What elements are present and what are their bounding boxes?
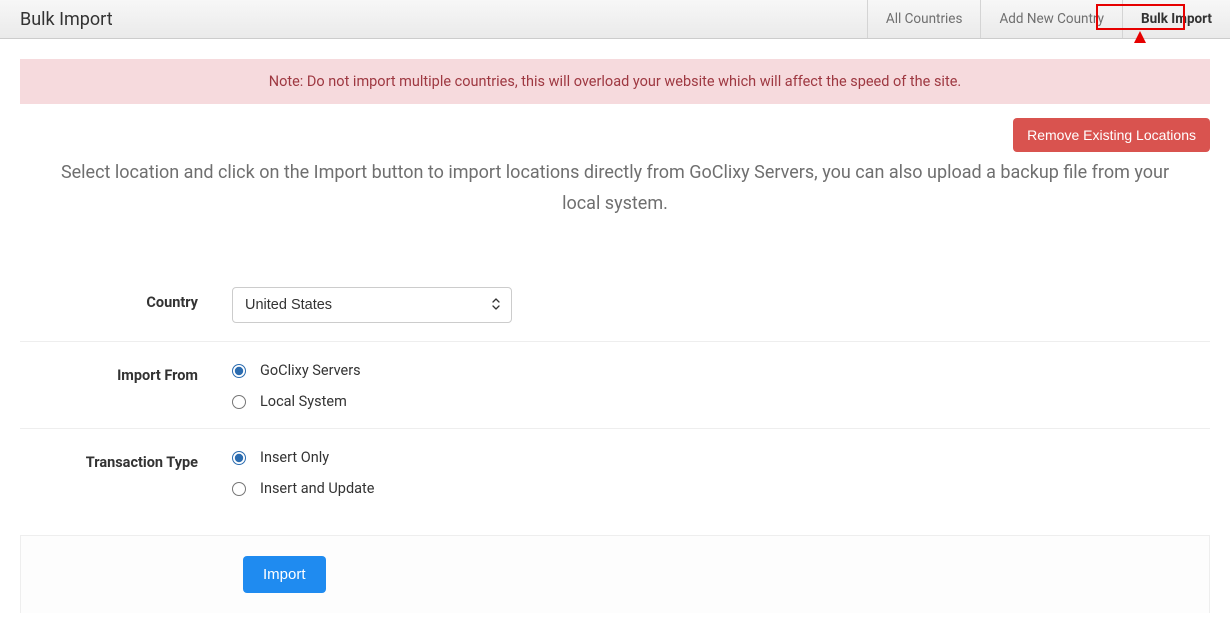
country-select-wrap: United States bbox=[232, 287, 512, 323]
transaction-type-radio-group: Insert Only Insert and Update bbox=[232, 447, 1210, 497]
import-from-control: GoClixy Servers Local System bbox=[232, 360, 1210, 410]
radio-goclixy-servers[interactable] bbox=[232, 364, 246, 378]
nav-add-new-country[interactable]: Add New Country bbox=[980, 0, 1122, 38]
page-title: Bulk Import bbox=[20, 9, 113, 30]
alert-note: Note: Do not import multiple countries, … bbox=[20, 59, 1210, 104]
radio-label-goclixy[interactable]: GoClixy Servers bbox=[260, 362, 361, 379]
radio-local-system[interactable] bbox=[232, 395, 246, 409]
remove-button-row: Remove Existing Locations bbox=[20, 118, 1210, 152]
country-select[interactable]: United States bbox=[232, 287, 512, 323]
radio-item-insert-only: Insert Only bbox=[232, 449, 1210, 466]
form-row-country: Country United States bbox=[20, 269, 1210, 342]
radio-label-insert-only[interactable]: Insert Only bbox=[260, 449, 329, 466]
transaction-type-control: Insert Only Insert and Update bbox=[232, 447, 1210, 497]
nav-all-countries[interactable]: All Countries bbox=[867, 0, 981, 38]
radio-insert-only[interactable] bbox=[232, 451, 246, 465]
submit-section: Import bbox=[20, 535, 1210, 613]
intro-text: Select location and click on the Import … bbox=[20, 158, 1210, 259]
import-from-label: Import From bbox=[20, 360, 232, 384]
country-label: Country bbox=[20, 287, 232, 311]
remove-existing-locations-button[interactable]: Remove Existing Locations bbox=[1013, 118, 1210, 152]
form-row-import-from: Import From GoClixy Servers Local System bbox=[20, 342, 1210, 429]
radio-item-goclixy: GoClixy Servers bbox=[232, 362, 1210, 379]
radio-item-local: Local System bbox=[232, 393, 1210, 410]
import-from-radio-group: GoClixy Servers Local System bbox=[232, 360, 1210, 410]
import-button[interactable]: Import bbox=[243, 556, 326, 593]
radio-label-insert-update[interactable]: Insert and Update bbox=[260, 480, 374, 497]
topbar-nav: All Countries Add New Country Bulk Impor… bbox=[867, 0, 1230, 38]
country-control: United States bbox=[232, 287, 1210, 323]
main-container: Note: Do not import multiple countries, … bbox=[0, 39, 1230, 623]
form-row-transaction-type: Transaction Type Insert Only Insert and … bbox=[20, 429, 1210, 515]
radio-item-insert-update: Insert and Update bbox=[232, 480, 1210, 497]
topbar: Bulk Import All Countries Add New Countr… bbox=[0, 0, 1230, 39]
radio-label-local[interactable]: Local System bbox=[260, 393, 347, 410]
radio-insert-and-update[interactable] bbox=[232, 482, 246, 496]
form-section: Country United States Import From bbox=[20, 259, 1210, 623]
nav-bulk-import[interactable]: Bulk Import bbox=[1122, 0, 1230, 38]
transaction-type-label: Transaction Type bbox=[20, 447, 232, 471]
